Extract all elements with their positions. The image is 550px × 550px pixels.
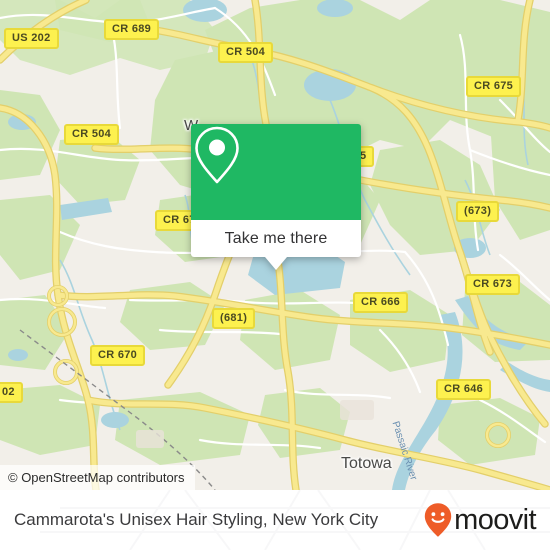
map-pin-icon — [195, 126, 239, 184]
place-label: Totowa — [341, 455, 392, 472]
location-popup[interactable]: Take me there — [191, 124, 361, 270]
osm-attribution[interactable]: © OpenStreetMap contributors — [0, 465, 195, 490]
take-me-there-button[interactable]: Take me there — [225, 230, 328, 248]
road-shield: CR 675 — [466, 76, 522, 97]
road-shield: CR 504 — [218, 42, 274, 63]
road-shield: CR 504 — [64, 124, 120, 145]
moovit-pin-icon — [424, 503, 452, 537]
moovit-wordmark: moovit — [454, 503, 536, 536]
map-canvas[interactable]: US 202 CR 689 CR 504 CR 675 CR 504 CR 67 5 (673… — [0, 0, 550, 490]
page-title: Cammarota's Unisex Hair Styling, New Yor… — [14, 510, 379, 529]
moovit-logo[interactable]: moovit — [423, 502, 537, 538]
screenshot-root: US 202 CR 689 CR 504 CR 675 CR 504 CR 67 5 (673… — [0, 0, 550, 550]
popup-header — [191, 124, 361, 220]
road-shield: 02 — [0, 382, 23, 403]
popup-footer[interactable]: Take me there — [191, 220, 361, 270]
road-shield: CR 689 — [104, 19, 160, 40]
road-shield: (673) — [456, 201, 500, 222]
road-shield: CR 670 — [90, 345, 146, 366]
road-shield: CR 673 — [465, 274, 521, 295]
page-footer: Cammarota's Unisex Hair Styling, New Yor… — [0, 490, 550, 550]
road-shield: (681) — [212, 308, 256, 329]
road-shield: CR 666 — [353, 292, 409, 313]
road-shield: US 202 — [4, 28, 59, 49]
popup-pointer-tail — [265, 257, 287, 270]
road-shield: CR 646 — [436, 379, 492, 400]
